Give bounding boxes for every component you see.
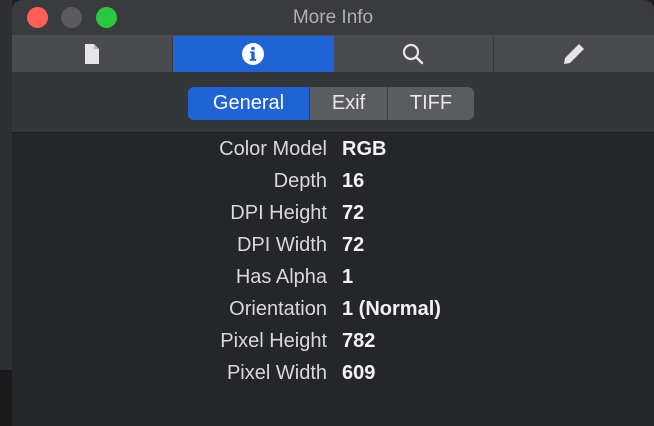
property-row: Pixel Height 782 [12, 327, 654, 357]
properties-panel: Color Model RGB Depth 16 DPI Height 72 D… [12, 133, 654, 426]
property-row: Color Model RGB [12, 135, 654, 165]
tab-bar-area: General Exif TIFF [12, 72, 654, 133]
toolbar-file-button[interactable] [12, 36, 173, 72]
property-value: 72 [342, 202, 365, 224]
background-window-edge-bottom [0, 370, 12, 426]
property-row: Has Alpha 1 [12, 263, 654, 293]
property-value: 609 [342, 362, 376, 384]
tab-general[interactable]: General [188, 87, 309, 120]
property-key: Depth [273, 170, 327, 192]
property-key: Orientation [229, 298, 327, 320]
toolbar-info-button[interactable] [172, 36, 334, 72]
toolbar-search-button[interactable] [334, 36, 495, 72]
tab-tiff[interactable]: TIFF [388, 87, 474, 120]
property-value: 1 (Normal) [342, 298, 441, 320]
property-row: Depth 16 [12, 167, 654, 197]
property-row: Pixel Width 609 [12, 359, 654, 389]
title-bar[interactable]: More Info [12, 0, 654, 36]
property-key: DPI Height [230, 202, 327, 224]
pencil-icon [564, 44, 585, 64]
property-value: RGB [342, 138, 387, 160]
property-key: Pixel Width [226, 362, 327, 384]
toolbar-edit-button[interactable] [494, 36, 654, 72]
property-row: DPI Height 72 [12, 199, 654, 229]
info-icon [241, 43, 264, 65]
property-row: Orientation 1 (Normal) [12, 295, 654, 325]
property-key: Has Alpha [235, 266, 327, 288]
background-window-edge [0, 0, 12, 426]
property-row: DPI Width 72 [12, 231, 654, 261]
more-info-window: More Info General Exif TIFF Color Model … [12, 0, 654, 426]
search-icon [403, 43, 424, 65]
property-value: 72 [342, 234, 365, 256]
property-key: DPI Width [236, 234, 327, 256]
property-key: Color Model [219, 138, 327, 160]
property-value: 16 [342, 170, 365, 192]
tab-segmented-control: General Exif TIFF [188, 87, 474, 120]
property-key: Pixel Height [220, 330, 327, 352]
tab-exif[interactable]: Exif [310, 87, 387, 120]
property-value: 782 [342, 330, 376, 352]
property-value: 1 [342, 266, 354, 288]
window-title: More Info [292, 7, 374, 28]
document-icon [84, 44, 99, 64]
inspector-toolbar [12, 36, 654, 72]
